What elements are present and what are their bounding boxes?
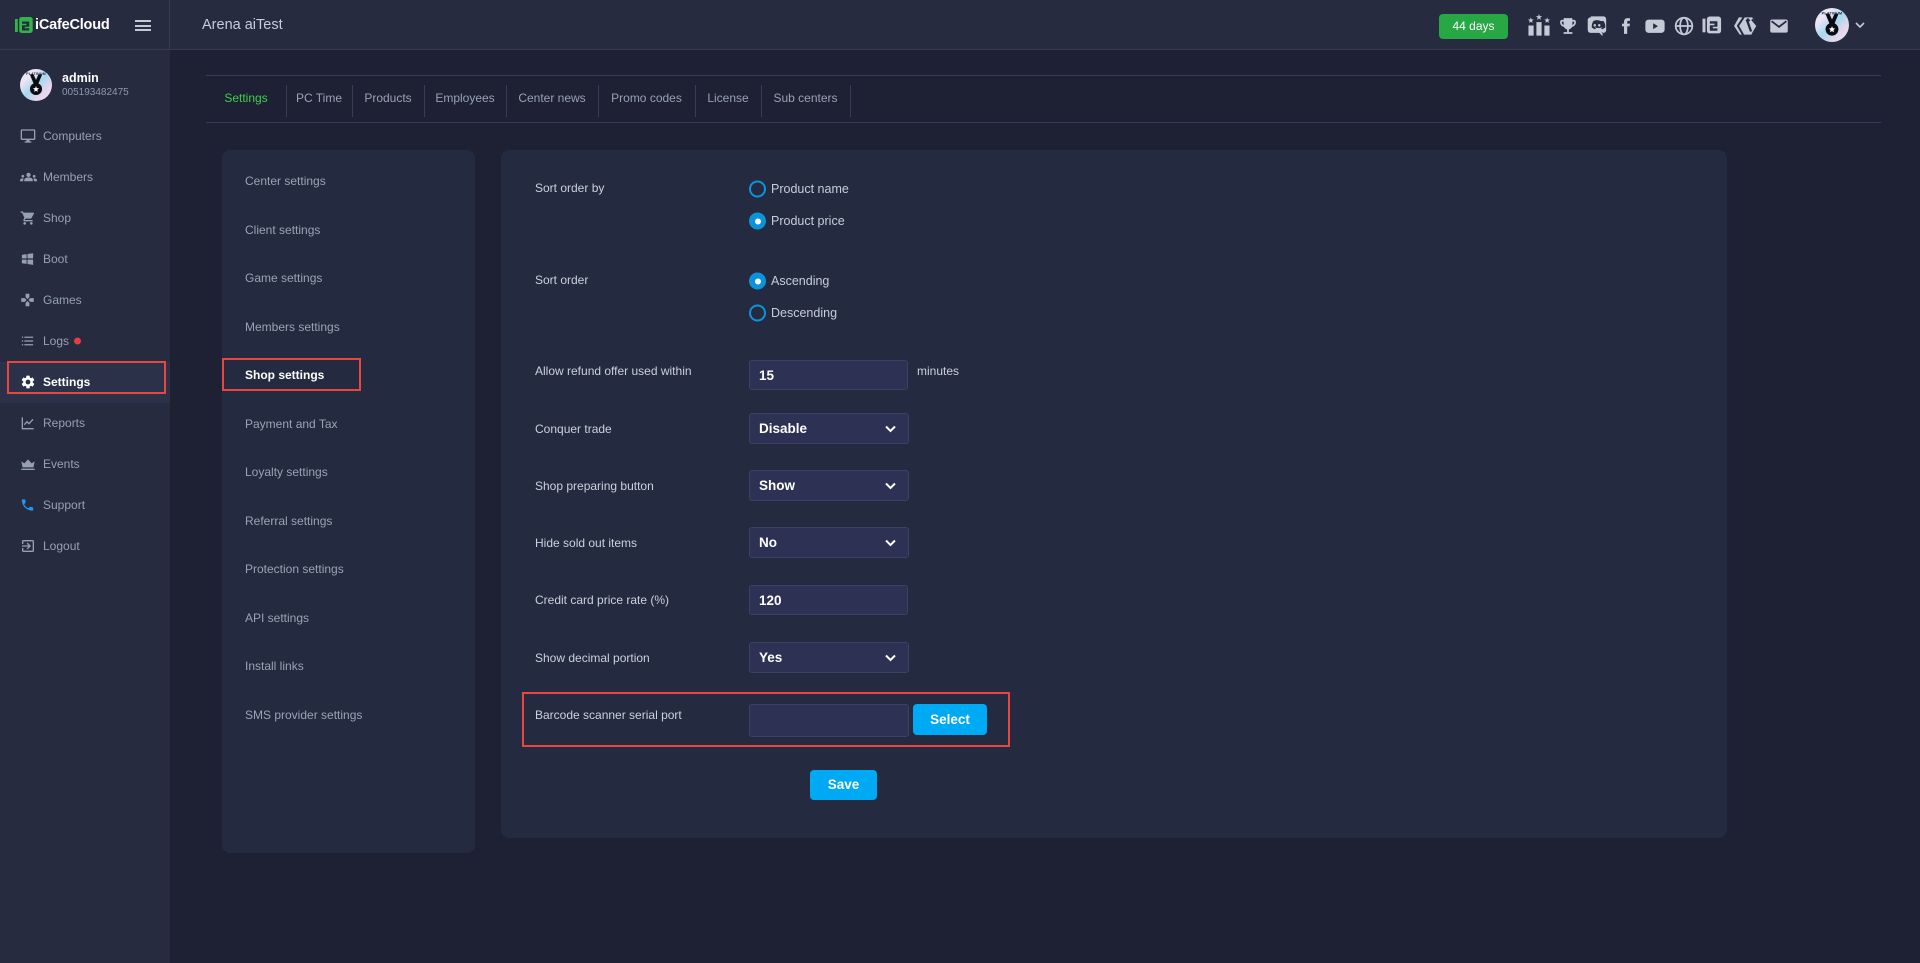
svg-text:PLATINUM: PLATINUM [1822, 12, 1843, 16]
svg-text:PLATINUM: PLATINUM [26, 72, 45, 76]
